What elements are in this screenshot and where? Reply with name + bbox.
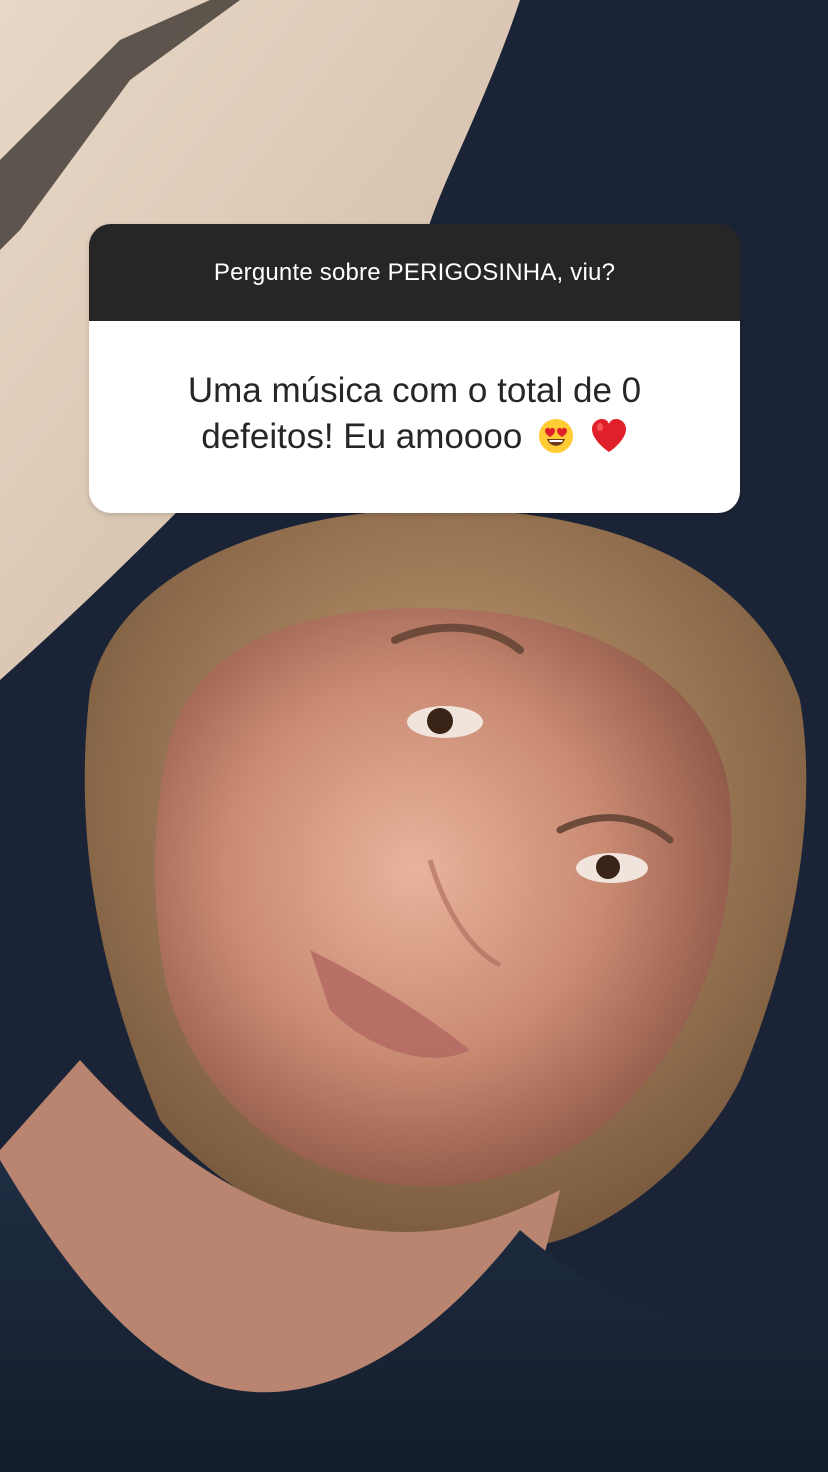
question-prompt: Pergunte sobre PERIGOSINHA, viu? [213, 258, 616, 286]
question-sticker-header: Pergunte sobre PERIGOSINHA, viu? [89, 224, 740, 321]
story-background-photo [0, 0, 828, 1472]
heart-eyes-emoji-icon [538, 418, 574, 466]
story-view: Pergunte sobre PERIGOSINHA, viu? Uma mús… [0, 0, 828, 1472]
question-sticker[interactable]: Pergunte sobre PERIGOSINHA, viu? Uma mús… [89, 224, 740, 513]
question-sticker-body: Uma música com o total de 0 defeitos! Eu… [89, 321, 740, 513]
red-heart-emoji-icon [590, 418, 628, 466]
answer-text: Uma música com o total de 0 defeitos! Eu… [187, 371, 642, 456]
answer-text-container: Uma música com o total de 0 defeitos! Eu… [155, 368, 675, 466]
